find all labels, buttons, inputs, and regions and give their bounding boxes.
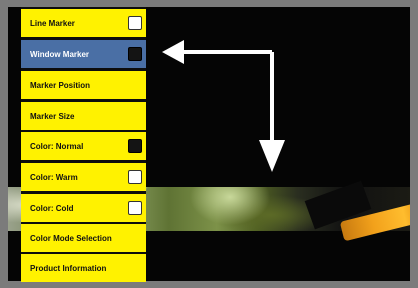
arrow-left-icon xyxy=(162,40,274,150)
arrow-down-icon xyxy=(259,140,285,172)
annotation-arrows xyxy=(162,40,285,172)
